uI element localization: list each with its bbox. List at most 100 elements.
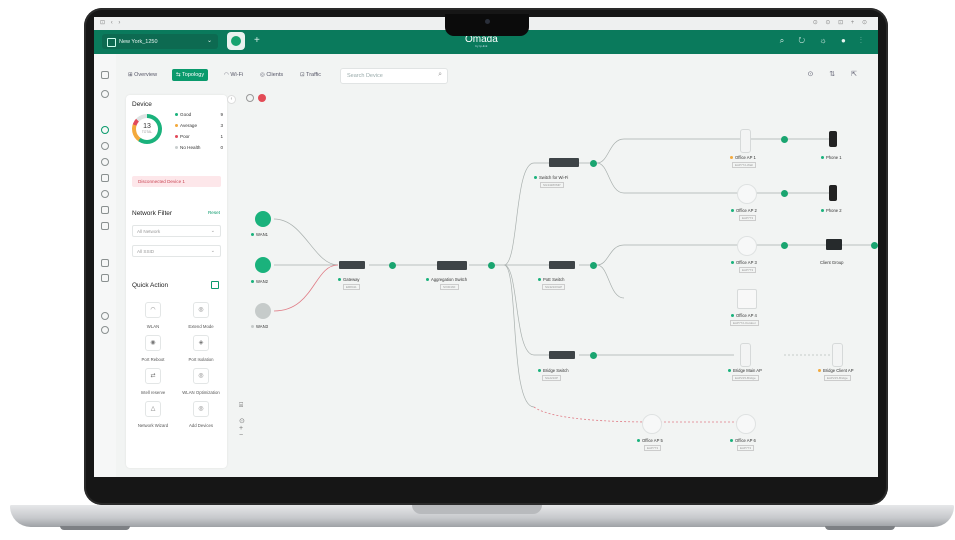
globe-icon (231, 36, 241, 46)
agg-model: SX3016F (440, 284, 459, 290)
legend-good[interactable]: Good 9 (175, 112, 223, 119)
settings-icon[interactable] (101, 312, 109, 320)
office-ap4-device[interactable] (737, 289, 757, 309)
ap2-model: EAP773 (739, 215, 757, 221)
office-ap1-device[interactable] (740, 129, 751, 153)
tab-topology[interactable]: ⇆ Topology (172, 69, 209, 81)
site-globe-tab[interactable] (227, 32, 245, 50)
qa-add-devices[interactable]: ◎ Add Devices (178, 401, 224, 428)
bridge-client-ap-model: EAP215-Bridge (824, 375, 851, 381)
site-name: New York_1250 (119, 38, 158, 45)
tab-clients[interactable]: ◎ Clients (256, 69, 287, 81)
qa-network-wizard[interactable]: △ Network Wizard (130, 401, 176, 428)
link-status-icon (590, 160, 597, 167)
ssid-select[interactable]: All SSID ⌄ (132, 245, 221, 257)
bridge-switch-device[interactable] (549, 351, 575, 359)
site-icon (107, 38, 116, 47)
tab-wifi[interactable]: ◠ Wi-Fi (220, 69, 247, 81)
browser-nav-icons[interactable]: ⊡ ‹ › (100, 19, 122, 26)
bridge-switch-label: Bridge Switch (538, 368, 569, 373)
legend-average[interactable]: Average 3 (175, 123, 223, 130)
dashboard-icon[interactable] (101, 126, 109, 134)
office-ap6-device[interactable] (736, 414, 756, 434)
qa-port-isolation[interactable]: ◈ Port Isolation (178, 335, 224, 362)
gateway-device[interactable] (339, 261, 365, 269)
phone2-device[interactable] (829, 185, 837, 201)
wizard-icon: △ (145, 401, 161, 417)
qa-port-reboot[interactable]: ◉ Port Reboot (130, 335, 176, 362)
qa-intell-reserve[interactable]: ⇄ Intell reserve (130, 368, 176, 395)
bridge-client-ap-label: Bridge Client AP (818, 368, 854, 373)
extend-icon: ◎ (193, 302, 209, 318)
insights-icon[interactable] (101, 206, 109, 214)
disconnected-device-alert[interactable]: Disconnected Device 1 (132, 176, 221, 187)
device-health-donut: 13 TOTAL (132, 114, 162, 144)
tab-traffic[interactable]: ⊡ Traffic (296, 69, 325, 81)
tab-overview[interactable]: ⊞ Overview (124, 69, 161, 81)
add-device-icon: ◎ (193, 401, 209, 417)
qa-wlan[interactable]: ◠ WLAN (130, 302, 176, 329)
hotspot-icon[interactable] (101, 259, 109, 267)
chevron-down-icon: ⌄ (210, 248, 215, 254)
ap6-label: Office AP 6 (730, 438, 756, 443)
network-select[interactable]: All Network ⌄ (132, 225, 221, 237)
ap5-model: EAP773 (644, 445, 662, 451)
wan1-node[interactable] (255, 211, 271, 227)
link-status-icon (389, 262, 396, 269)
search-input[interactable]: Search Device ⌕ (340, 68, 448, 84)
reports-icon[interactable] (101, 222, 109, 230)
camera-icon (485, 19, 490, 24)
bridge-switch-model: SG2210P (542, 375, 562, 381)
wan3-node[interactable] (255, 303, 271, 319)
client-group-device[interactable] (826, 239, 842, 250)
map-icon[interactable] (101, 190, 109, 198)
bridge-client-ap-device[interactable] (832, 343, 843, 367)
link-status-icon (590, 262, 597, 269)
ap2-label: Office AP 2 (731, 208, 757, 213)
add-tab-icon[interactable]: + (254, 35, 260, 46)
device-total-label: TOTAL (141, 130, 153, 134)
header-actions[interactable]: ⌕ ↻ ☼ ● ⋮ (780, 36, 868, 46)
network-filter-title: Network Filter (132, 210, 173, 217)
phone2-label: Phone 2 (821, 208, 842, 213)
office-ap3-device[interactable] (737, 236, 757, 256)
qa-wlan-optimization[interactable]: ◎ WLAN Optimization (178, 368, 224, 395)
site-selector[interactable]: New York_1250 ⌄ (102, 34, 218, 49)
reset-link[interactable]: Reset (208, 210, 220, 215)
home-icon[interactable] (101, 90, 109, 98)
clients-nav-icon[interactable] (101, 174, 109, 182)
qa-extend-mode[interactable]: ◎ Extend Mode (178, 302, 224, 329)
switch-wifi-device[interactable] (549, 158, 579, 167)
gateway-label: Gateway (338, 277, 360, 282)
brand-logo: Omada by tp-link (465, 34, 498, 48)
browser-action-icons[interactable]: ⊙ ⊙ ⊡ + ⊙ (813, 19, 870, 26)
aggregation-switch-device[interactable] (437, 261, 467, 270)
legend-poor[interactable]: Poor 1 (175, 134, 223, 141)
logs-icon[interactable] (101, 274, 109, 282)
wan2-node[interactable] (255, 257, 271, 273)
nav-rail (94, 54, 116, 477)
chevron-down-icon: ⌄ (206, 38, 212, 44)
optimize-icon: ◎ (193, 368, 209, 384)
edit-icon[interactable] (211, 281, 219, 289)
tools-icon[interactable] (101, 326, 109, 334)
link-status-icon (781, 190, 788, 197)
legend-no-health[interactable]: No Health 0 (175, 145, 223, 152)
link-status-icon (488, 262, 495, 269)
topology-tools[interactable]: ⊙ ⇅ ⇱ (808, 70, 865, 78)
camera-notch (445, 14, 529, 36)
topology-links (273, 138, 874, 423)
phone1-device[interactable] (829, 131, 837, 147)
bridge-main-ap-model: EAP215-Bridge (732, 375, 759, 381)
office-ap2-device[interactable] (737, 184, 757, 204)
menu-icon[interactable] (101, 71, 109, 79)
poe-switch-device[interactable] (549, 261, 575, 269)
devices-icon[interactable] (101, 158, 109, 166)
bridge-main-ap-device[interactable] (740, 343, 751, 367)
reboot-icon: ◉ (145, 335, 161, 351)
statistics-icon[interactable] (101, 142, 109, 150)
ap5-label: Office AP 5 (637, 438, 663, 443)
laptop-foot-left (60, 526, 130, 530)
office-ap5-device[interactable] (642, 414, 662, 434)
switch-wifi-model: SG3428XMP (540, 182, 564, 188)
